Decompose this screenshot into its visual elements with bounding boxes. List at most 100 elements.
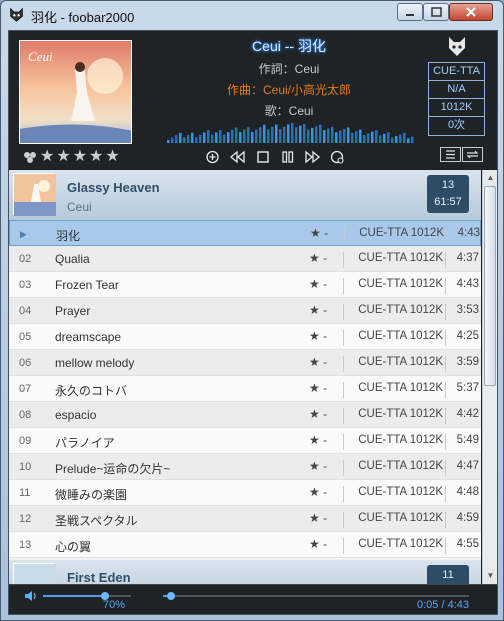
track-row[interactable]: 12 圣戦スペクタル ★ - CUE-TTA 1012K 4:59 [9,506,481,532]
track-rating[interactable]: ★ - [309,381,345,395]
seek-knob[interactable] [166,592,175,600]
track-row[interactable]: 03 Frozen Tear ★ - CUE-TTA 1012K 4:43 [9,272,481,298]
track-rating[interactable]: ★ - [309,459,345,473]
spectrum-bar [171,137,174,143]
minimize-icon [406,14,414,16]
next-button[interactable] [303,149,322,165]
maximize-icon [431,7,442,17]
spectrum-bar [395,136,398,143]
track-title: Prelude~运命の欠片~ [55,462,171,476]
track-row[interactable]: 10 Prelude~运命の欠片~ ★ - CUE-TTA 1012K 4:47 [9,454,481,480]
track-rating[interactable]: ★ - [309,433,345,447]
playlist-scrollbar[interactable]: ▲ ▼ [482,170,497,584]
stop-icon [257,151,269,163]
spectrum-bar [219,129,222,143]
group-album-art [13,563,56,584]
group-track-count: 11 [442,569,454,581]
add-button[interactable] [203,149,222,165]
spectrum-bar [203,132,206,143]
spectrum-bar [399,134,402,143]
speaker-icon[interactable] [24,589,39,603]
track-row[interactable]: 07 永久のコトバ ★ - CUE-TTA 1012K 5:37 [9,376,481,402]
rating-menu-icon[interactable] [22,150,38,164]
track-codec: CUE-TTA 1012K [343,330,443,346]
rating-star-2[interactable]: ★ [56,149,70,165]
scroll-thumb[interactable] [484,186,496,386]
track-row[interactable]: 02 Qualia ★ - CUE-TTA 1012K 4:37 [9,246,481,272]
album-group-header[interactable]: Glassy Heaven Ceui 13 61:57 [9,170,481,220]
playlist-view-button[interactable] [440,147,461,162]
track-length: 4:55 [445,538,479,554]
composer-credit: 作曲：Ceui/小高光太郎 [226,83,351,97]
track-number: 05 [19,331,32,343]
track-row[interactable]: 04 Prayer ★ - CUE-TTA 1012K 3:53 [9,298,481,324]
rating-star-5[interactable]: ★ [105,149,119,165]
spectrum-bar [375,130,378,143]
playlist[interactable]: Glassy Heaven Ceui 13 61:57 ▶ 羽化 ★ - CUE-TT… [9,170,481,584]
track-rating[interactable]: ★ - [309,251,345,265]
track-info-box: CUE-TTA N/A 1012K 0次 [428,62,485,136]
info-codec: CUE-TTA [429,63,484,81]
pause-button[interactable] [278,149,297,165]
close-icon [466,7,476,17]
now-playing-panel: Ceui ★ ★ ★ ★ ★ Ceui -- 羽化 作詞：Ceui 作曲：Ceu… [9,31,497,169]
close-button[interactable] [449,3,493,21]
album-art[interactable]: Ceui [19,40,132,144]
spectrum-bar [283,126,286,143]
track-codec: CUE-TTA 1012K [343,382,443,398]
track-row[interactable]: 09 パラノイア ★ - CUE-TTA 1012K 5:49 [9,428,481,454]
seek-slider[interactable] [163,592,469,600]
svg-text:Ceui: Ceui [28,49,53,64]
window-title: 羽化 - foobar2000 [31,10,135,25]
group-track-count: 13 [441,179,455,191]
spectrum-bar [299,125,302,143]
rating-star-1[interactable]: ★ [40,149,54,165]
random-button[interactable] [328,149,347,165]
title-bar[interactable]: 羽化 - foobar2000 [1,1,503,29]
track-rating[interactable]: ★ - [309,355,345,369]
track-rating[interactable]: ★ - [309,277,345,291]
rating-row[interactable]: ★ ★ ★ ★ ★ [22,149,120,165]
spectrum-bar [207,130,210,143]
spectrum-bar [359,129,362,143]
track-row[interactable]: 05 dreamscape ★ - CUE-TTA 1012K 4:25 [9,324,481,350]
spectrum-bar [175,135,178,143]
stop-button[interactable] [253,149,272,165]
track-row[interactable]: ▶ 羽化 ★ - CUE-TTA 1012K 4:43 [9,220,481,246]
volume-slider[interactable] [43,592,131,600]
spectrum-bar [343,129,346,143]
group-album-art [13,173,56,216]
previous-button[interactable] [228,149,247,165]
track-row[interactable]: 08 espacio ★ - CUE-TTA 1012K 4:42 [9,402,481,428]
track-title: mellow melody [55,356,135,370]
scroll-down-button[interactable]: ▼ [483,568,497,584]
spectrum-bar [243,129,246,143]
spectrum-bar [195,137,198,143]
spectrum-bar [247,127,250,143]
track-row[interactable]: 13 心の翼 ★ - CUE-TTA 1012K 4:55 [9,532,481,558]
album-group-header[interactable]: First Eden 11 [9,560,481,584]
track-rating[interactable]: ★ - [309,329,345,343]
group-artist: Ceui [67,200,92,214]
track-row[interactable]: 06 mellow melody ★ - CUE-TTA 1012K 3:59 [9,350,481,376]
track-rating[interactable]: ★ - [309,511,345,525]
rating-star-4[interactable]: ★ [89,149,103,165]
repeat-mode-button[interactable] [462,147,483,162]
rating-star-3[interactable]: ★ [73,149,87,165]
spectrum-bar [279,129,282,143]
scroll-up-button[interactable]: ▲ [483,170,497,186]
track-rating[interactable]: ★ - [309,407,345,421]
track-row[interactable]: 11 微睡みの楽園 ★ - CUE-TTA 1012K 4:48 [9,480,481,506]
now-playing-title: Ceui -- 羽化 [252,38,326,54]
track-rating[interactable]: ★ - [309,485,345,499]
track-number: 12 [19,513,32,525]
track-rating[interactable]: ★ - [309,303,345,317]
track-rating[interactable]: ★ - [309,537,345,551]
maximize-button[interactable] [423,3,449,21]
pause-icon [282,151,294,163]
track-rating[interactable]: ★ - [310,226,346,240]
spectrum-bar [347,127,350,143]
spectrum-bar [191,132,194,143]
minimize-button[interactable] [397,3,423,21]
spectrum-bar [223,134,226,143]
